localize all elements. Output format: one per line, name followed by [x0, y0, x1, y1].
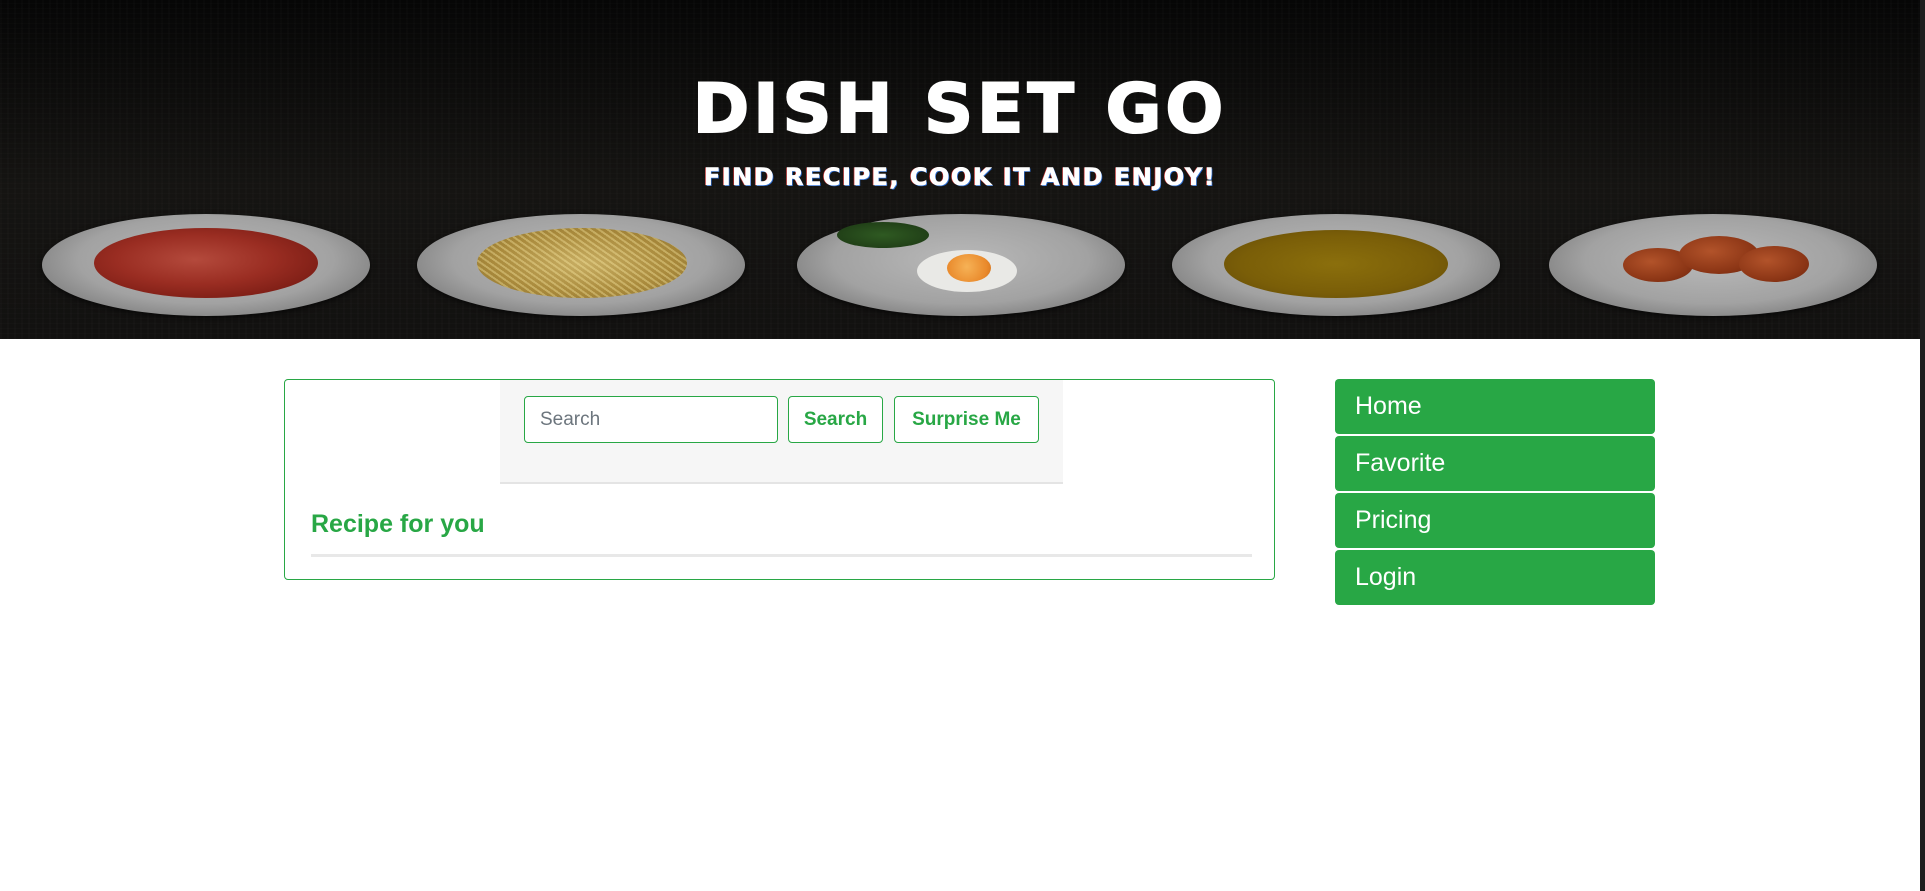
egg-yolk — [947, 254, 991, 282]
surprise-me-button[interactable]: Surprise Me — [894, 396, 1039, 443]
search-input[interactable] — [524, 396, 778, 443]
sidebar-item-home[interactable]: Home — [1335, 379, 1655, 434]
herb-garnish — [837, 222, 929, 248]
fried-egg-plate-image — [797, 214, 1125, 316]
hero-banner: DISH SET GO FIND RECIPE, COOK IT AND ENJ… — [0, 0, 1920, 339]
pastry — [1619, 228, 1819, 294]
site-tagline: FIND RECIPE, COOK IT AND ENJOY! — [703, 163, 1217, 192]
tomato-soup — [94, 228, 318, 298]
noodles-plate-image — [417, 214, 745, 316]
sidebar-nav: Home Favorite Pricing Login — [1335, 379, 1655, 607]
recipe-content-card: Search Surprise Me Recipe for you — [284, 379, 1275, 580]
site-title: DISH SET GO — [692, 69, 1228, 150]
sidebar-item-favorite[interactable]: Favorite — [1335, 436, 1655, 491]
pastry-plate-image — [1549, 214, 1877, 316]
section-title: Recipe for you — [311, 510, 485, 538]
window-edge — [1920, 0, 1925, 891]
sidebar-item-pricing[interactable]: Pricing — [1335, 493, 1655, 548]
noodles — [477, 228, 687, 298]
tomato-soup-plate-image — [42, 214, 370, 316]
yellow-soup-plate-image — [1172, 214, 1500, 316]
section-divider — [311, 554, 1252, 557]
yellow-soup — [1224, 230, 1448, 298]
sidebar-item-login[interactable]: Login — [1335, 550, 1655, 605]
pastry-piece — [1739, 246, 1809, 282]
search-button[interactable]: Search — [788, 396, 883, 443]
page: DISH SET GO FIND RECIPE, COOK IT AND ENJ… — [0, 0, 1925, 891]
search-bar: Search Surprise Me — [500, 380, 1063, 484]
